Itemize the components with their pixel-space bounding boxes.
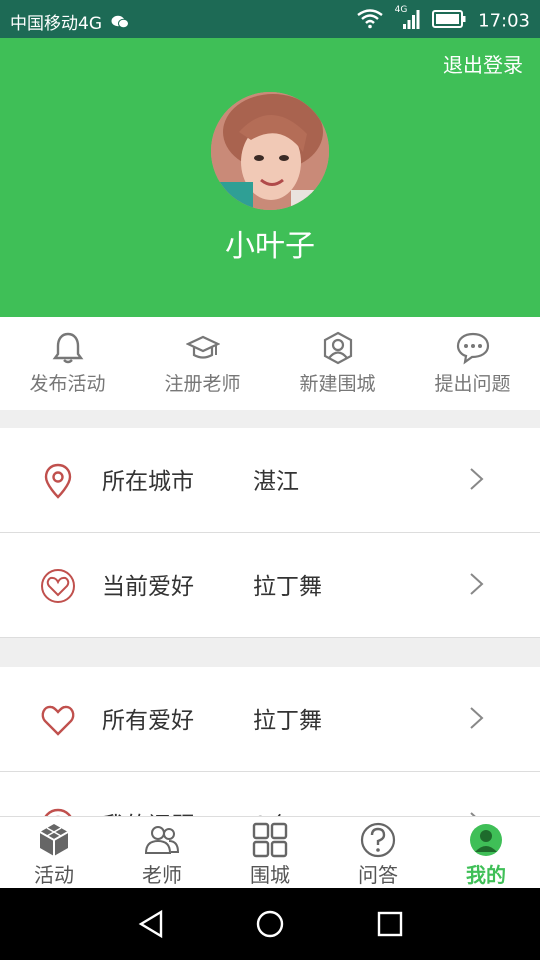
battery-icon	[432, 10, 466, 33]
avatar[interactable]	[211, 92, 329, 210]
row-value: 拉丁舞	[253, 708, 322, 734]
profile-section: 所在城市 湛江 当前爱好 拉丁舞	[0, 428, 540, 638]
heart-icon	[41, 705, 75, 736]
system-nav-bar	[0, 888, 540, 960]
action-ask-question[interactable]: 提出问题	[405, 317, 540, 410]
row-name: 所有爱好	[102, 708, 194, 734]
chevron-right-icon	[470, 468, 484, 490]
action-new-circle[interactable]: 新建围城	[270, 317, 405, 410]
heart-circle-icon	[41, 569, 75, 603]
row-name: 当前爱好	[102, 574, 194, 600]
logout-button[interactable]: 退出登录	[443, 49, 523, 78]
tab-label: 围城	[250, 863, 290, 887]
row-city[interactable]: 所在城市 湛江	[0, 428, 540, 533]
cube-icon	[39, 824, 69, 856]
action-label: 发布活动	[29, 373, 106, 395]
chat-bubble-icon	[456, 332, 489, 365]
profile-header: 退出登录 小叶子	[0, 38, 540, 317]
cellular-signal-icon: 4G	[395, 5, 421, 35]
status-bar: 中国移动4G 4G 17:03	[0, 0, 540, 38]
home-icon[interactable]	[253, 907, 287, 941]
bell-icon	[52, 332, 83, 364]
row-name: 所在城市	[102, 469, 194, 495]
person-icon	[470, 824, 502, 856]
tab-label: 活动	[34, 863, 74, 887]
recents-icon[interactable]	[373, 907, 407, 941]
row-value: 湛江	[253, 469, 299, 495]
row-value: 拉丁舞	[253, 574, 322, 600]
quick-actions: 发布活动 注册老师 新建围城 提出问题	[0, 317, 540, 410]
wechat-icon	[111, 15, 130, 33]
row-all-hobbies[interactable]: 所有爱好 拉丁舞	[0, 667, 540, 772]
tab-label: 我的	[466, 863, 506, 887]
tab-qa[interactable]: 问答	[324, 817, 432, 889]
action-publish-activity[interactable]: 发布活动	[0, 317, 135, 410]
tab-teachers[interactable]: 老师	[108, 817, 216, 889]
status-bar-right: 4G 17:03	[357, 5, 530, 35]
grid-icon	[252, 822, 288, 858]
action-label: 提出问题	[434, 373, 511, 395]
people-icon	[144, 826, 180, 854]
tab-activity[interactable]: 活动	[0, 817, 108, 889]
row-current-hobby[interactable]: 当前爱好 拉丁舞	[0, 533, 540, 638]
action-label: 注册老师	[164, 373, 241, 395]
chevron-right-icon	[470, 573, 484, 595]
username: 小叶子	[225, 229, 315, 264]
graduation-cap-icon	[185, 335, 220, 359]
question-icon	[360, 822, 396, 858]
hobby-section: 所有爱好 拉丁舞 我的问题 0个	[0, 667, 540, 817]
bottom-nav: 活动 老师 围城 问答 我的	[0, 816, 540, 889]
row-my-questions[interactable]: 我的问题 0个	[0, 772, 540, 817]
back-icon[interactable]	[135, 907, 169, 941]
tab-label: 老师	[142, 863, 182, 887]
user-hexagon-icon	[323, 331, 352, 365]
carrier-label: 中国移动4G	[10, 14, 102, 34]
location-pin-icon	[44, 463, 72, 499]
action-label: 新建围城	[299, 373, 376, 395]
tab-label: 问答	[358, 863, 398, 887]
tab-mine[interactable]: 我的	[432, 817, 540, 889]
action-register-teacher[interactable]: 注册老师	[135, 317, 270, 410]
chevron-right-icon	[470, 707, 484, 729]
wifi-icon	[357, 9, 383, 34]
tab-circle[interactable]: 围城	[216, 817, 324, 889]
clock: 17:03	[478, 10, 530, 32]
status-bar-left: 中国移动4G	[10, 9, 130, 34]
